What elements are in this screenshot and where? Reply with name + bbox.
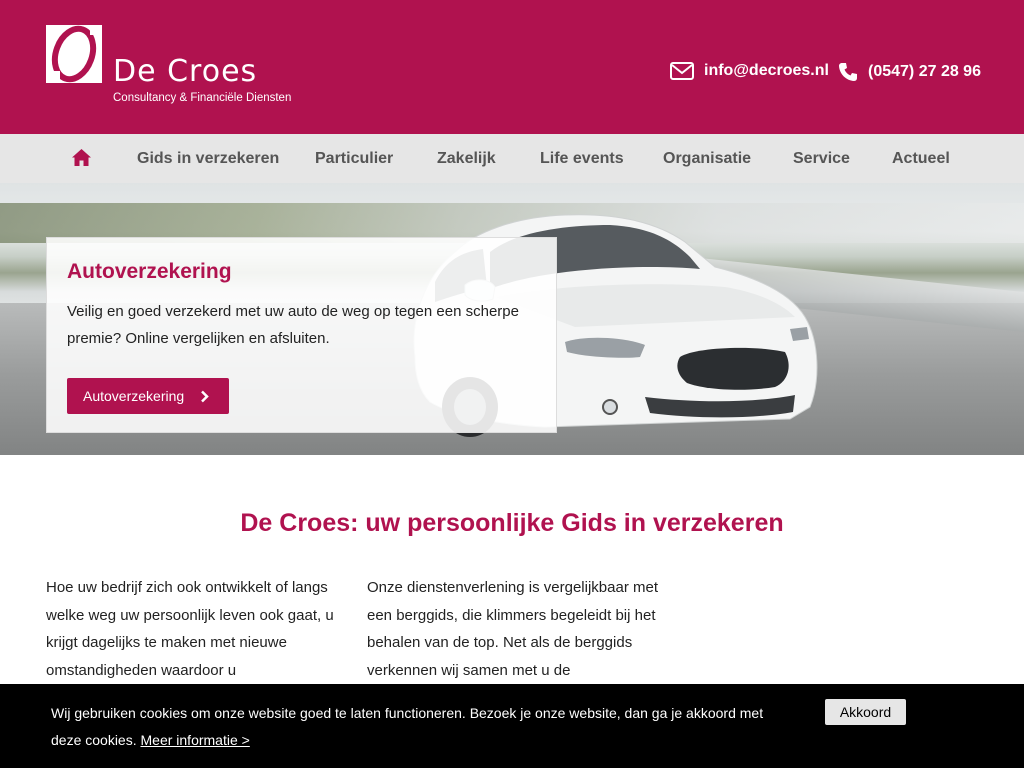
phone-link[interactable]: (0547) 27 28 96 [838,62,981,82]
logo-name: De Croes [113,54,258,89]
hero-title: Autoverzekering [67,260,232,283]
main-nav: Gids in verzekeren Particulier Zakelijk … [0,134,1024,183]
page-title: De Croes: uw persoonlijke Gids in verzek… [240,509,784,537]
nav-item-actueel[interactable]: Actueel [892,134,950,183]
nav-item-service[interactable]: Service [793,134,850,183]
cookie-message: Wij gebruiken cookies om onze website go… [51,700,771,754]
logo-mark-icon [46,25,102,83]
cookie-more-info-link[interactable]: Meer informatie > [141,732,250,748]
autoverzekering-button-label: Autoverzekering [83,388,185,404]
nav-item-particulier[interactable]: Particulier [315,134,393,183]
logo-subtitle: Consultancy & Financiële Diensten [113,92,292,104]
phone-icon [838,62,858,82]
hero-card: Autoverzekering Veilig en goed verzekerd… [46,237,557,433]
intro-column-1: Hoe uw bedrijf zich ook ontwikkelt of la… [46,579,334,679]
nav-item-life-events[interactable]: Life events [540,134,624,183]
email-text: info@decroes.nl [704,62,829,79]
autoverzekering-button[interactable]: Autoverzekering [67,378,229,414]
nav-item-organisatie[interactable]: Organisatie [663,134,751,183]
phone-text: (0547) 27 28 96 [868,63,981,80]
cookie-accept-button[interactable]: Akkoord [825,699,906,725]
envelope-icon [670,62,694,80]
cookie-bar: Wij gebruiken cookies om onze website go… [0,684,1024,768]
intro-column-2: Onze dienstenverlening is vergelijkbaar … [367,579,658,679]
email-link[interactable]: info@decroes.nl [670,62,829,80]
hero-text: Veilig en goed verzekerd met uw auto de … [67,303,519,347]
logo[interactable] [46,25,102,83]
site-header: De Croes Consultancy & Financiële Dienst… [0,0,1024,134]
hero-banner: Autoverzekering Veilig en goed verzekerd… [0,183,1024,455]
chevron-right-icon [200,390,209,403]
nav-item-zakelijk[interactable]: Zakelijk [437,134,496,183]
logo-text: De Croes Consultancy & Financiële Dienst… [113,54,333,105]
home-icon[interactable] [71,148,92,172]
nav-item-gids[interactable]: Gids in verzekeren [137,134,279,183]
